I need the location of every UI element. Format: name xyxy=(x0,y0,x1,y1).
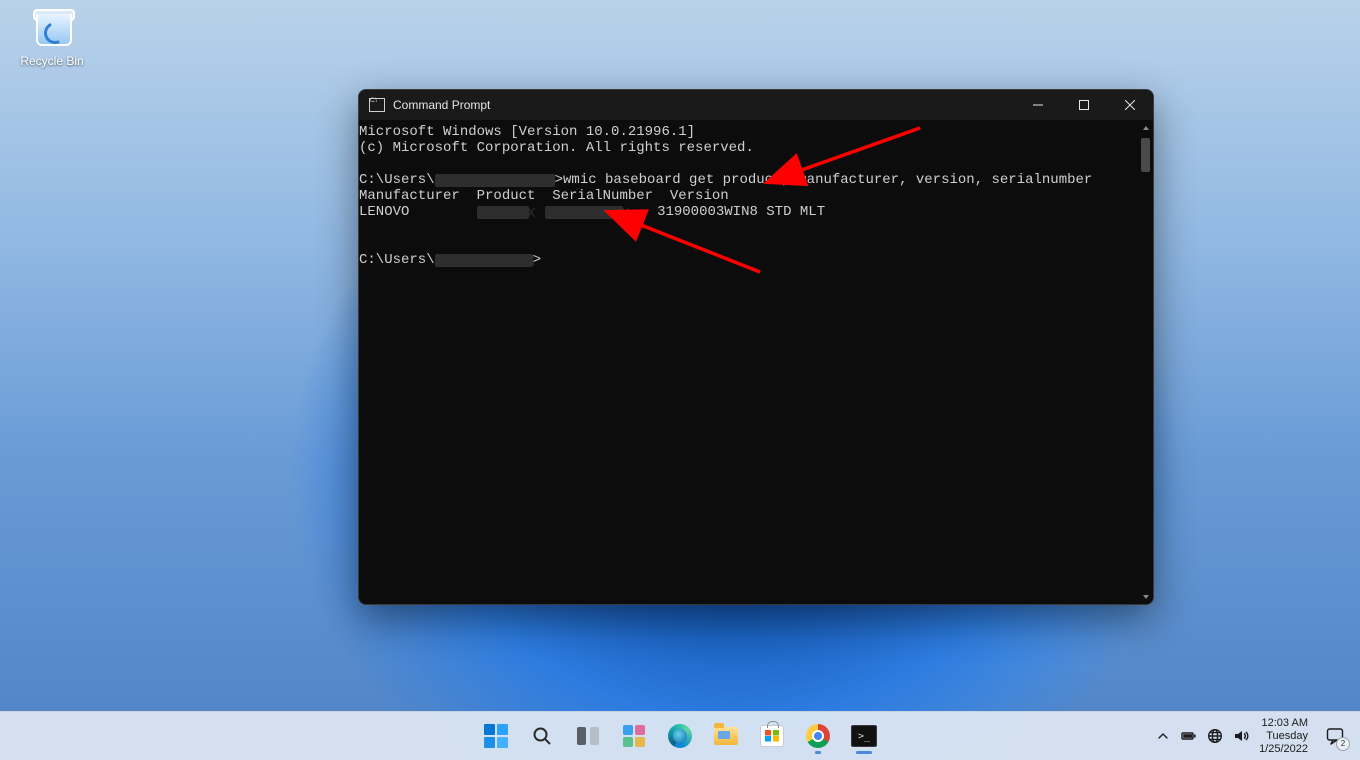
volume-icon[interactable] xyxy=(1233,728,1249,744)
notification-badge: 2 xyxy=(1336,737,1350,751)
redacted-username: XXXXXXXXXXXX xyxy=(435,254,533,267)
command-prompt-window[interactable]: Command Prompt Microsoft Windows [Versio… xyxy=(358,89,1154,605)
task-view-button[interactable] xyxy=(568,716,608,756)
file-explorer-button[interactable] xyxy=(706,716,746,756)
edge-button[interactable] xyxy=(660,716,700,756)
microsoft-store-icon xyxy=(760,725,784,747)
scrollbar-thumb[interactable] xyxy=(1141,138,1150,172)
chrome-button[interactable] xyxy=(798,716,838,756)
terminal-output[interactable]: Microsoft Windows [Version 10.0.21996.1]… xyxy=(359,120,1137,604)
scroll-up-button[interactable] xyxy=(1141,123,1150,132)
command-prompt-icon xyxy=(369,98,385,112)
search-icon xyxy=(532,726,552,746)
task-view-icon xyxy=(577,727,599,745)
file-explorer-icon xyxy=(714,727,738,745)
clock-day: Tuesday xyxy=(1259,730,1308,743)
notification-center-button[interactable]: 2 xyxy=(1318,719,1352,753)
taskbar-center: >_ xyxy=(476,716,884,756)
desktop-icon-recycle-bin[interactable]: Recycle Bin xyxy=(14,6,90,68)
maximize-button[interactable] xyxy=(1061,90,1107,120)
battery-icon[interactable] xyxy=(1181,728,1197,744)
desktop[interactable]: Recycle Bin Command Prompt Microsoft Win… xyxy=(0,0,1360,760)
widgets-icon xyxy=(623,725,645,747)
redacted-username: XXXXXXXXXXXXXX xyxy=(435,174,555,187)
clock-date: 1/25/2022 xyxy=(1259,743,1308,756)
taskbar[interactable]: >_ 12:03 AM Tuesday 1/25/2022 2 xyxy=(0,711,1360,760)
clock-time: 12:03 AM xyxy=(1259,717,1308,730)
command-prompt-taskbar-button[interactable]: >_ xyxy=(844,716,884,756)
window-title: Command Prompt xyxy=(393,98,490,112)
widgets-button[interactable] xyxy=(614,716,654,756)
titlebar[interactable]: Command Prompt xyxy=(359,90,1153,120)
recycle-bin-icon xyxy=(30,6,74,50)
system-tray[interactable]: 12:03 AM Tuesday 1/25/2022 2 xyxy=(1155,717,1352,756)
redacted-product: XXXXXXX xyxy=(477,206,529,219)
taskbar-clock[interactable]: 12:03 AM Tuesday 1/25/2022 xyxy=(1259,717,1308,756)
network-icon[interactable] xyxy=(1207,728,1223,744)
start-button[interactable] xyxy=(476,716,516,756)
tray-overflow-button[interactable] xyxy=(1155,728,1171,744)
close-button[interactable] xyxy=(1107,90,1153,120)
vertical-scrollbar[interactable] xyxy=(1137,120,1153,604)
microsoft-store-button[interactable] xyxy=(752,716,792,756)
scroll-down-button[interactable] xyxy=(1141,592,1150,601)
search-button[interactable] xyxy=(522,716,562,756)
edge-icon xyxy=(668,724,692,748)
chrome-icon xyxy=(806,724,830,748)
minimize-button[interactable] xyxy=(1015,90,1061,120)
command-prompt-icon: >_ xyxy=(851,725,877,747)
redacted-serial: XXXXXXXXXX xyxy=(545,206,623,219)
desktop-icon-label: Recycle Bin xyxy=(14,54,90,68)
